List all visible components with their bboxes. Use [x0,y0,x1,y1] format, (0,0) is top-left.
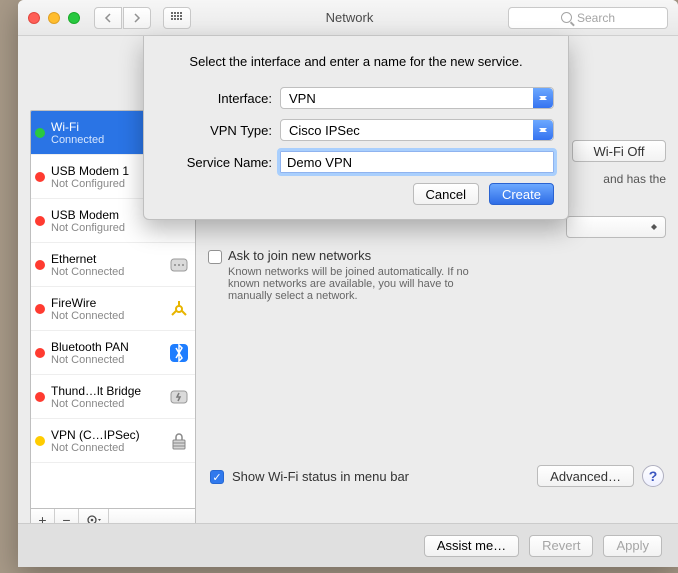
ask-to-join-help: Known networks will be joined automatica… [228,266,498,302]
bluetooth-icon [167,341,191,365]
service-thunderbolt-bridge[interactable]: Thund…lt BridgeNot Connected [31,375,195,419]
service-name: Ethernet [51,252,161,266]
sheet-heading: Select the interface and enter a name fo… [158,54,554,69]
status-dot-icon [35,216,45,226]
vpn-type-value: Cisco IPSec [289,123,360,138]
service-name-input[interactable] [280,151,554,173]
vpn-type-select[interactable]: Cisco IPSec [280,119,554,141]
status-dot-icon [35,392,45,402]
turn-wifi-off-button[interactable]: Wi-Fi Off [572,140,666,162]
thunderbolt-icon [167,385,191,409]
service-status: Not Connected [51,442,161,454]
service-status: Not Configured [51,222,191,234]
zoom-window-button[interactable] [68,12,80,24]
service-status: Not Connected [51,354,161,366]
search-placeholder: Search [577,11,615,25]
updown-icon [533,88,553,108]
service-status: Not Connected [51,310,161,322]
lock-icon [167,429,191,453]
updown-icon [647,220,661,234]
service-bluetooth-pan[interactable]: Bluetooth PANNot Connected [31,331,195,375]
status-dot-icon [35,436,45,446]
service-status: Not Connected [51,398,161,410]
status-dot-icon [35,348,45,358]
status-dot-icon [35,128,45,138]
cancel-button[interactable]: Cancel [413,183,479,205]
footer: Assist me… Revert Apply [18,523,678,567]
interface-select[interactable]: VPN [280,87,554,109]
grid-icon [171,12,183,24]
status-dot-icon [35,304,45,314]
ask-to-join-checkbox[interactable] [208,250,222,264]
status-text-fragment: and has the [603,172,666,186]
window-title: Network [199,10,500,25]
status-dot-icon [35,260,45,270]
ask-to-join-label: Ask to join new networks [228,248,371,263]
apply-button[interactable]: Apply [603,535,662,557]
show-all-button[interactable] [163,7,191,29]
service-name-label: Service Name: [158,155,280,170]
service-status: Not Connected [51,266,161,278]
advanced-button[interactable]: Advanced… [537,465,634,487]
status-dot-icon [35,172,45,182]
titlebar: Network Search [18,0,678,36]
close-window-button[interactable] [28,12,40,24]
create-button[interactable]: Create [489,183,554,205]
minimize-window-button[interactable] [48,12,60,24]
chevron-right-icon [132,13,142,23]
revert-button[interactable]: Revert [529,535,593,557]
assist-me-button[interactable]: Assist me… [424,535,519,557]
firewire-icon [167,297,191,321]
network-prefs-window: Network Search Wi-FiConnected USB Modem … [18,0,678,567]
interface-label: Interface: [158,91,280,106]
ethernet-icon [167,253,191,277]
service-name: FireWire [51,296,161,310]
nav-group [94,7,151,29]
chevron-left-icon [103,13,113,23]
service-ethernet[interactable]: EthernetNot Connected [31,243,195,287]
search-icon [561,12,572,23]
new-service-sheet: Select the interface and enter a name fo… [143,36,569,220]
service-vpn-ipsec[interactable]: VPN (C…IPSec)Not Connected [31,419,195,463]
network-name-select[interactable] [566,216,666,238]
show-wifi-menubar-checkbox[interactable]: ✓ [210,470,224,484]
updown-icon [533,120,553,140]
search-input[interactable]: Search [508,7,668,29]
back-button[interactable] [94,7,122,29]
interface-value: VPN [289,91,316,106]
service-name: Thund…lt Bridge [51,384,161,398]
service-name: VPN (C…IPSec) [51,428,161,442]
service-firewire[interactable]: FireWireNot Connected [31,287,195,331]
help-button[interactable]: ? [642,465,664,487]
show-wifi-menubar-label: Show Wi-Fi status in menu bar [232,469,409,484]
service-name: Bluetooth PAN [51,340,161,354]
forward-button[interactable] [123,7,151,29]
vpn-type-label: VPN Type: [158,123,280,138]
